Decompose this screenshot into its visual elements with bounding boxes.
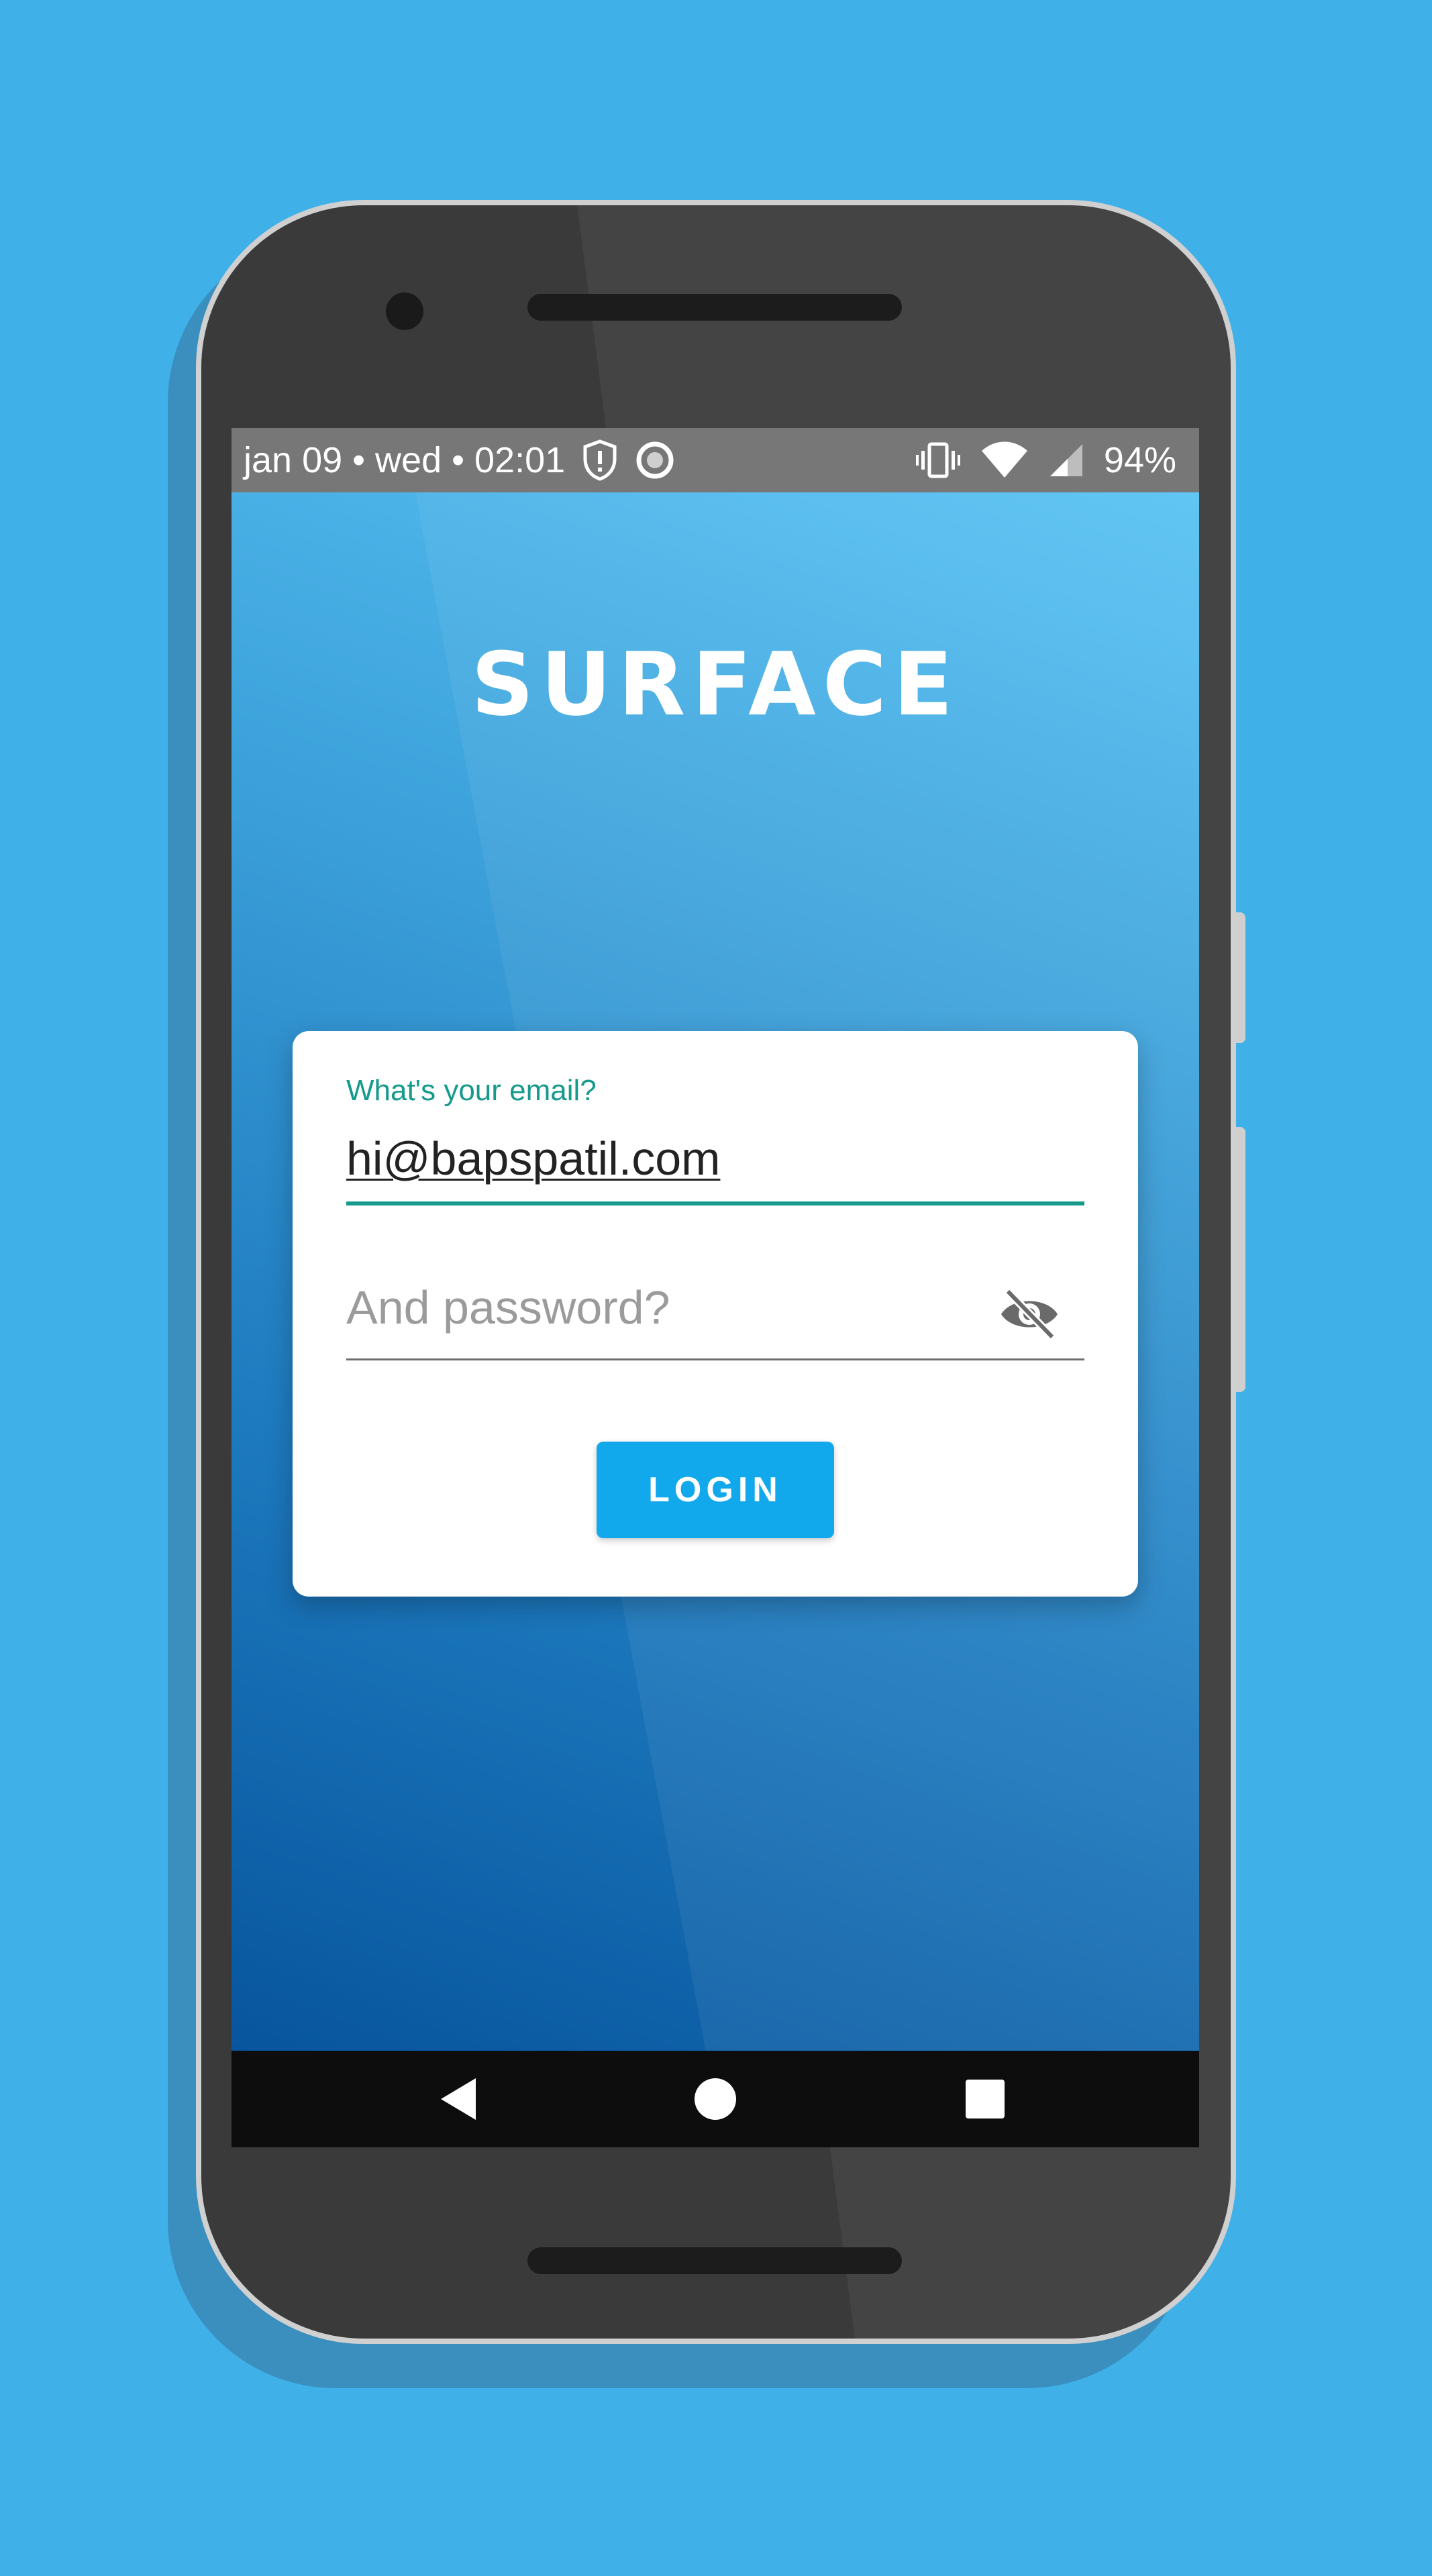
password-field-underline — [346, 1358, 1084, 1360]
home-icon[interactable] — [688, 2072, 742, 2126]
eye-off-icon[interactable] — [999, 1287, 1060, 1341]
cell-signal-icon — [1047, 441, 1085, 479]
back-icon[interactable] — [433, 2074, 484, 2125]
recents-icon[interactable] — [962, 2076, 1008, 2122]
status-date-time: jan 09 • wed • 02:01 — [244, 440, 566, 480]
shield-alert-icon — [581, 439, 619, 482]
phone-screen: jan 09 • wed • 02:01 94% SURFACE What's … — [232, 428, 1199, 2147]
login-button[interactable]: LOGIN — [597, 1442, 834, 1538]
record-icon — [635, 440, 675, 480]
email-field[interactable]: hi@bapspatil.com — [346, 1132, 720, 1185]
battery-percent: 94% — [1103, 440, 1176, 480]
navigation-bar — [232, 2051, 1199, 2147]
app-logo: SURFACE — [471, 633, 960, 735]
email-field-label: What's your email? — [346, 1074, 597, 1107]
bottom-speaker — [527, 2247, 902, 2274]
power-button — [1236, 1127, 1245, 1392]
password-field[interactable]: And password? — [346, 1281, 670, 1334]
volume-button — [1236, 912, 1245, 1043]
email-field-underline — [346, 1201, 1084, 1205]
top-speaker — [527, 294, 902, 321]
front-camera — [386, 292, 423, 330]
login-card: What's your email? hi@bapspatil.com And … — [293, 1031, 1138, 1597]
wifi-icon — [980, 441, 1029, 479]
status-bar: jan 09 • wed • 02:01 94% — [232, 428, 1199, 492]
app-content: SURFACE What's your email? hi@bapspatil.… — [232, 492, 1199, 2051]
vibrate-icon — [915, 440, 962, 480]
